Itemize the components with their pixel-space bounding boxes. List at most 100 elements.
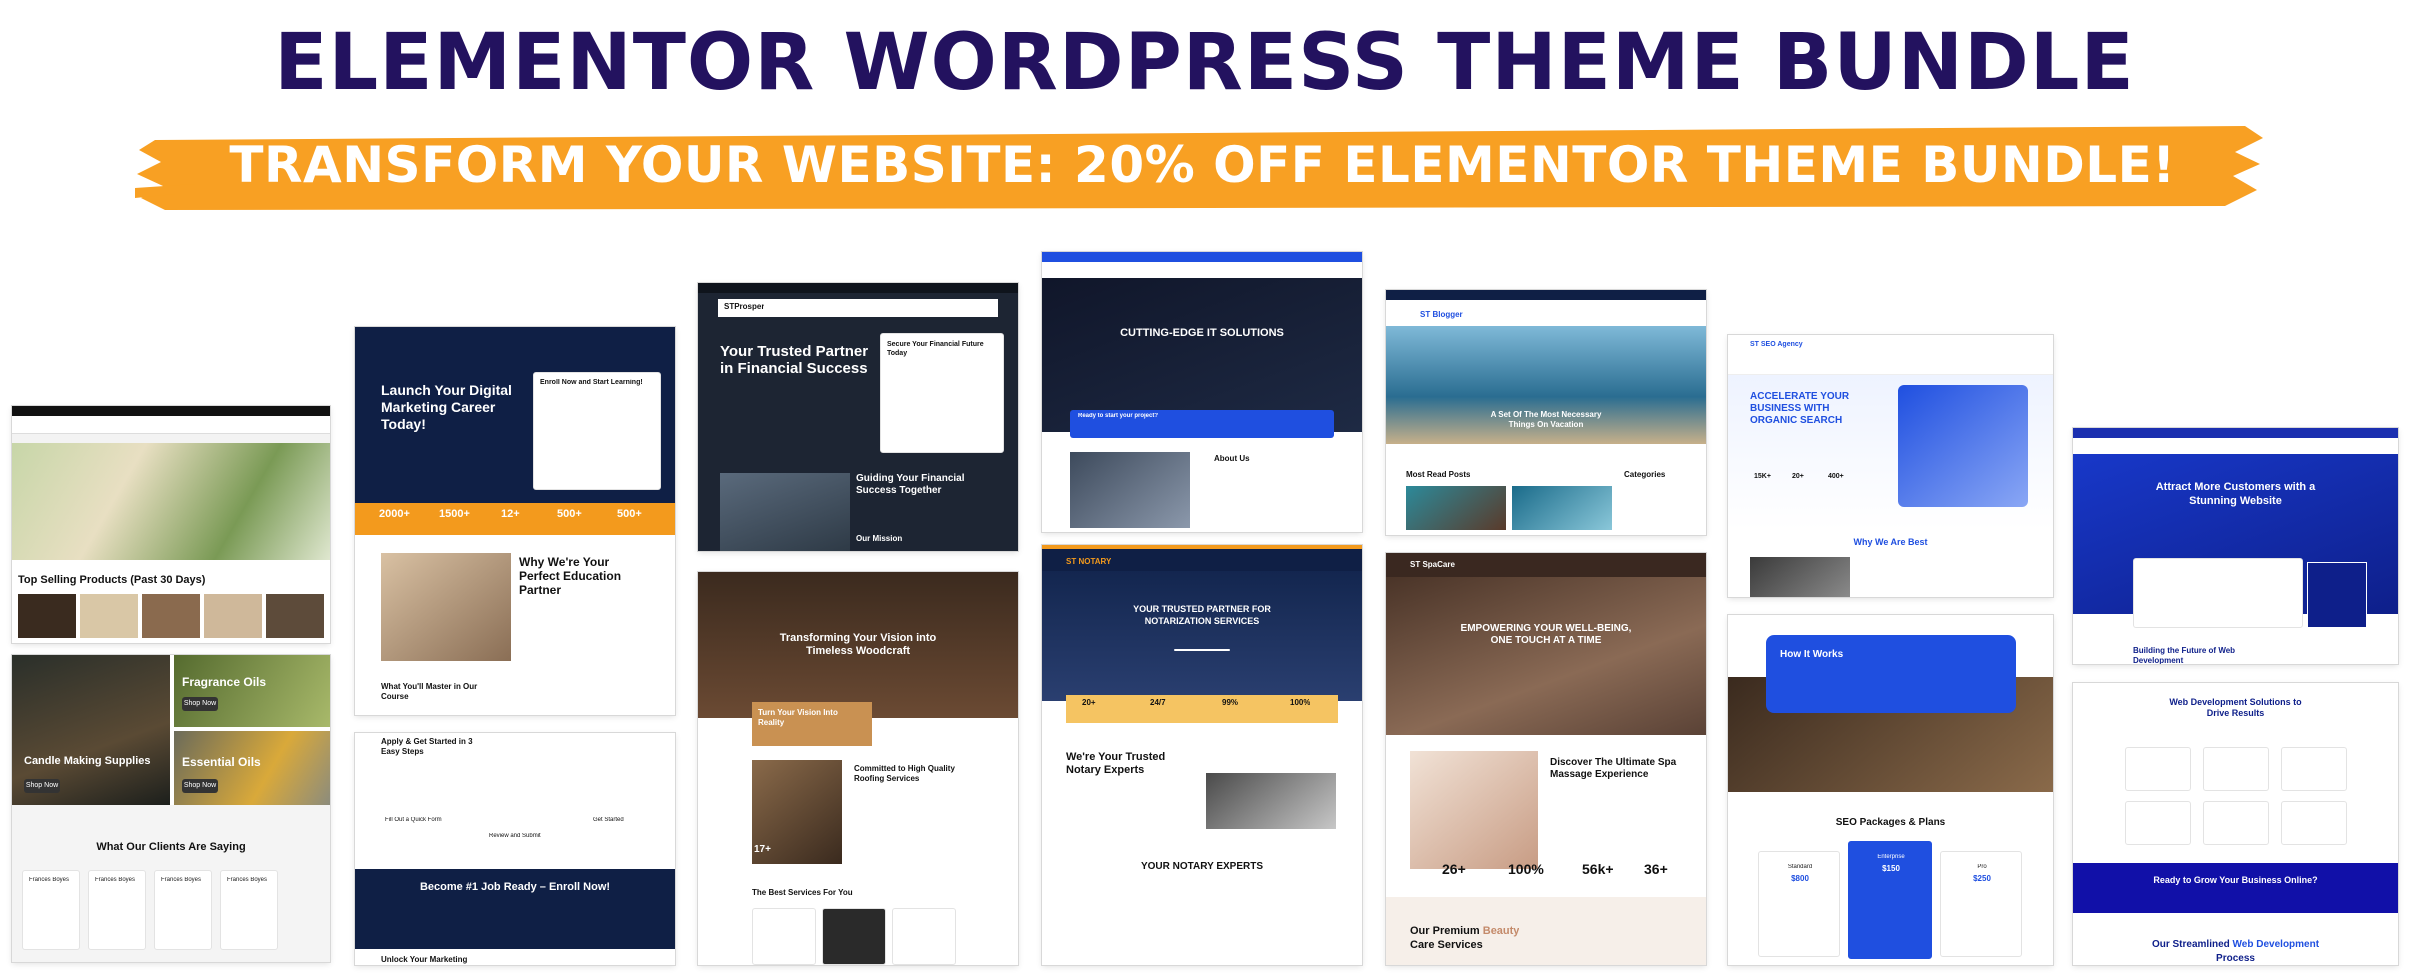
commit-title: Committed to High Quality Roofing Servic…: [854, 764, 955, 783]
logo[interactable]: ST NOTARY: [1066, 557, 1111, 566]
process-title: Our Streamlined Web Development: [2073, 939, 2398, 950]
webdev-theme-preview-bottom[interactable]: Web Development Solutions to Drive Resul…: [2073, 683, 2398, 965]
mission-title: Our Mission: [856, 534, 903, 543]
category-title: Fragrance Oils: [182, 675, 267, 689]
service-card[interactable]: [752, 908, 816, 965]
why-title: Why We Are Best: [1853, 537, 1928, 547]
review-card: Frances Boyes: [220, 870, 278, 950]
years-badge: 17+: [754, 844, 771, 855]
candle-theme-preview-top[interactable]: Top Selling Products (Past 30 Days): [12, 406, 330, 643]
services-title: The Best Services For You: [752, 888, 853, 897]
hero-title: A Set Of The Most Necessary Things On Va…: [1490, 410, 1602, 429]
review-card: Frances Boyes: [88, 870, 146, 950]
building-title: Building the Future of Web Development: [2133, 646, 2236, 664]
solutions-title: Web Development Solutions to Drive Resul…: [2169, 697, 2302, 718]
shop-now-button[interactable]: Shop Now: [182, 779, 218, 793]
hero-title: Attract More Customers with a Stunning W…: [2155, 481, 2316, 507]
hero-image: [12, 443, 330, 560]
education-theme-preview-bottom[interactable]: Apply & Get Started in 3 Easy Steps Fill…: [355, 733, 675, 965]
shop-now-button[interactable]: Shop Now: [182, 697, 218, 711]
plan-card[interactable]: Pro $250: [1940, 851, 2022, 957]
hero-image: [1898, 385, 2028, 507]
post-image[interactable]: [1512, 486, 1612, 530]
top-bar: [2073, 428, 2398, 438]
category-nav: [12, 434, 330, 443]
education-theme-preview-top[interactable]: Launch Your Digital Marketing Career Tod…: [355, 327, 675, 715]
reviewer-name: Frances Boyes: [29, 877, 70, 883]
hero-title: YOUR TRUSTED PARTNER FOR NOTARIZATION SE…: [1133, 604, 1271, 626]
premium-title: Our Premium Beauty: [1410, 925, 1519, 937]
grow-title: Ready to Grow Your Business Online?: [2153, 875, 2318, 885]
finance-theme-preview[interactable]: STProsper Your Trusted Partner in Financ…: [698, 283, 1018, 551]
hero-title: CUTTING-EDGE IT SOLUTIONS: [1120, 327, 1284, 339]
product-image[interactable]: [204, 594, 262, 638]
shop-now-button[interactable]: Shop Now: [24, 779, 60, 793]
post-image[interactable]: [1406, 486, 1506, 530]
logo[interactable]: STProsper: [724, 302, 764, 311]
student-image: [381, 553, 511, 661]
plan-price: $250: [1973, 874, 1991, 883]
category-title: Essential Oils: [182, 755, 261, 769]
product-image[interactable]: [142, 594, 200, 638]
plan-name: Enterprise: [1877, 854, 1905, 860]
premium-prefix: Our Premium: [1410, 925, 1480, 937]
section-title: Top Selling Products (Past 30 Days): [18, 574, 206, 586]
seo-theme-preview-bottom[interactable]: How It Works SEO Packages & Plans Standa…: [1728, 615, 2053, 965]
spa-theme-preview[interactable]: ST SpaCare EMPOWERING YOUR WELL-BEING, O…: [1386, 553, 1706, 965]
stat-value: 12+: [501, 508, 520, 520]
seo-theme-preview-top[interactable]: ST SEO Agency ACCELERATE YOUR BUSINESS W…: [1728, 335, 2053, 597]
service-card[interactable]: [892, 908, 956, 965]
process-suffix: Process: [2216, 953, 2255, 964]
plan-price: $150: [1882, 864, 1900, 873]
product-image[interactable]: [18, 594, 76, 638]
solution-card[interactable]: [2125, 747, 2191, 791]
solution-card[interactable]: [2125, 801, 2191, 845]
site-nav: [1728, 355, 2053, 375]
review-card: Frances Boyes: [154, 870, 212, 950]
reviewer-name: Frances Boyes: [95, 877, 136, 883]
stat-value: 2000+: [379, 508, 410, 520]
solution-card[interactable]: [2281, 801, 2347, 845]
trusted-title: We're Your Trusted Notary Experts: [1066, 751, 1166, 776]
hero-title: Launch Your Digital Marketing Career Tod…: [381, 382, 512, 432]
stat-value: 20+: [1082, 698, 1096, 707]
product-image[interactable]: [266, 594, 324, 638]
logo[interactable]: ST Blogger: [1420, 310, 1463, 319]
category-title: Candle Making Supplies: [24, 755, 151, 767]
stat-value: 26+: [1442, 861, 1466, 877]
reviewer-name: Frances Boyes: [227, 877, 268, 883]
blog-theme-preview[interactable]: ST Blogger A Set Of The Most Necessary T…: [1386, 290, 1706, 535]
step-label: Fill Out a Quick Form: [385, 817, 442, 823]
hero-title: EMPOWERING YOUR WELL-BEING, ONE TOUCH AT…: [1460, 623, 1632, 646]
product-image[interactable]: [80, 594, 138, 638]
promo-banner: TRANSFORM YOUR WEBSITE: 20% OFF ELEMENTO…: [135, 118, 2270, 218]
solution-card[interactable]: [2203, 747, 2269, 791]
notary-theme-preview[interactable]: ST NOTARY YOUR TRUSTED PARTNER FOR NOTAR…: [1042, 545, 1362, 965]
hero-button[interactable]: [1174, 649, 1230, 651]
stat-value: 20+: [1792, 473, 1804, 480]
woodcraft-theme-preview[interactable]: Transforming Your Vision into Timeless W…: [698, 572, 1018, 965]
solution-card[interactable]: [2203, 801, 2269, 845]
it-theme-preview[interactable]: CUTTING-EDGE IT SOLUTIONS Ready to start…: [1042, 252, 1362, 532]
hero-title: Your Trusted Partner in Financial Succes…: [720, 343, 869, 377]
guide-title: Guiding Your Financial Success Together: [856, 473, 965, 496]
promo-banner-text: TRANSFORM YOUR WEBSITE: 20% OFF ELEMENTO…: [229, 136, 2176, 194]
logo[interactable]: ST SpaCare: [1410, 560, 1455, 569]
service-card[interactable]: [822, 908, 886, 965]
logo[interactable]: ST SEO Agency: [1750, 341, 1803, 348]
webdev-theme-preview-top[interactable]: Attract More Customers with a Stunning W…: [2073, 428, 2398, 664]
solution-card[interactable]: [2281, 747, 2347, 791]
services-panel: [2307, 562, 2367, 628]
plan-card[interactable]: Enterprise $150: [1848, 841, 1932, 959]
site-header: [2073, 438, 2398, 454]
announcement-bar: [12, 406, 330, 416]
plan-card[interactable]: Standard $800: [1758, 851, 1840, 957]
candle-theme-preview-bottom[interactable]: Candle Making Supplies Shop Now Fragranc…: [12, 655, 330, 962]
form-title: Secure Your Financial Future Today: [887, 341, 984, 357]
packages-title: SEO Packages & Plans: [1835, 817, 1946, 828]
signing-image: [1206, 773, 1336, 829]
reviewer-name: Frances Boyes: [161, 877, 202, 883]
how-title: How It Works: [1780, 649, 1844, 660]
stat-value: 500+: [557, 508, 582, 520]
cta-title: Become #1 Job Ready – Enroll Now!: [419, 881, 611, 893]
